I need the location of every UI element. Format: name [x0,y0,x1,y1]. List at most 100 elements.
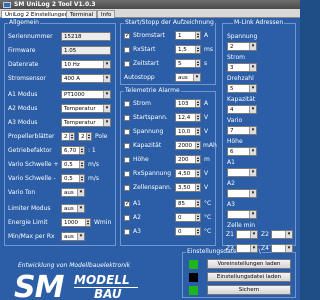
rxstart-spinner[interactable]: 1,5 [175,45,201,54]
alarm-a2-spinner[interactable]: 0 [175,213,201,222]
zelle-z1-select[interactable]: ▾ [236,230,258,239]
zelle-z3-select[interactable]: ▾ [236,244,258,253]
vario-minus-spinner[interactable]: 0,5 [61,174,85,183]
alarm-strom-spinner[interactable]: 103 [175,99,201,108]
spinner-arrows-icon[interactable] [195,170,200,177]
a1-modus-value: PT1000 [64,92,85,98]
vario-ton-select[interactable]: aus ▾ [61,188,85,197]
alarm-kapazitaet-checkbox[interactable] [124,143,130,149]
alarm-zellenspann-checkbox[interactable] [124,185,130,191]
mlink-drehzahl-value: 5 [230,86,234,92]
a2-modus-select[interactable]: Temperatur ▾ [61,104,111,113]
mlink-kapazitaet-select[interactable]: 4 ▾ [227,105,257,114]
spinner-arrows-icon[interactable] [195,184,200,191]
alarm-a1-checkbox[interactable] [124,200,130,207]
status-led-green [189,260,198,269]
group-mlink-title: M-Link Adressen [233,19,285,26]
limiter-select[interactable]: aus ▾ [61,204,85,213]
mlink-spannung-select[interactable]: 2 ▾ [227,42,257,51]
alarm-kapazitaet-spinner[interactable]: 2000 [175,141,201,150]
autostopp-select[interactable]: aus ▾ [175,73,201,82]
propeller-spinner[interactable]: 2 [61,132,75,141]
chevron-down-icon: ▾ [249,85,256,92]
spinner-arrows-icon[interactable] [79,147,84,154]
alarm-spannung-label: Spannung [133,128,164,135]
mlink-a2-select[interactable]: ▾ [227,189,257,198]
spinner-arrows-icon[interactable] [69,133,74,140]
pole-spinner[interactable]: 2 [78,132,92,141]
alarm-hoehe-spinner[interactable]: 200 [175,155,201,164]
vario-plus-value: 0,5 [64,162,73,168]
a3-modus-select[interactable]: Temperatur ▾ [61,118,111,127]
zelle-z2-select[interactable]: ▾ [271,230,293,239]
min-max-label: Min/Max per Rx [8,233,55,240]
zeitstart-checkbox[interactable] [124,61,130,67]
alarm-zellenspann-spinner[interactable]: 3,50 [175,183,201,192]
min-max-select[interactable]: aus ▾ [61,232,85,241]
mlink-drehzahl-select[interactable]: 5 ▾ [227,84,257,93]
stromstart-checkbox[interactable] [124,32,130,39]
rxstart-checkbox[interactable] [124,47,130,53]
mlink-hoehe-select[interactable]: 6 ▾ [227,147,257,156]
spinner-arrows-icon[interactable] [195,228,200,235]
spinner-arrows-icon[interactable] [195,32,200,39]
mlink-vario-select[interactable]: 7 ▾ [227,126,257,135]
stromstart-spinner[interactable]: 1 [175,31,201,40]
spinner-arrows-icon[interactable] [195,46,200,53]
voreinstellungen-laden-button[interactable]: Voreinstellungen laden [207,259,291,269]
a3-modus-value: Temperatur [64,120,96,126]
spinner-arrows-icon[interactable] [195,100,200,107]
alarm-rxspannung-unit: V [204,170,209,177]
alarm-spannung-checkbox[interactable] [124,129,130,135]
stromsensor-label: Stromsensor [8,75,46,82]
alarm-rxspannung-spinner[interactable]: 4,50 [175,169,201,178]
seriennummer-label: Seriennummer [8,33,53,40]
getriebe-spinner[interactable]: 6,70 [61,146,85,155]
alarm-a3-spinner[interactable]: 0 [175,227,201,236]
alarm-spannung-spinner[interactable]: 10,0 [175,127,201,136]
spinner-arrows-icon[interactable] [195,128,200,135]
sichern-button[interactable]: Sichern [207,285,291,295]
zelle-z4-select[interactable]: ▾ [271,244,293,253]
alarm-a1-spinner[interactable]: 85 [175,199,201,208]
tab-bar: UniLog 2 Einstellungen Terminal Info [0,9,300,19]
tab-terminal[interactable]: Terminal [66,10,98,18]
vario-ton-value: aus [64,190,74,196]
alarm-hoehe-checkbox[interactable] [124,157,130,163]
a2-modus-value: Temperatur [64,106,96,112]
spinner-arrows-icon[interactable] [195,200,200,207]
mlink-a1-select[interactable]: ▾ [227,168,257,177]
alarm-a3-value: 0 [178,229,182,235]
group-einstellungsdatei: Einstellungsdatei auf G:\ Voreinstellung… [182,248,296,298]
tab-info[interactable]: Info [97,10,116,18]
spinner-arrows-icon[interactable] [195,60,200,67]
alarm-startspann-checkbox[interactable] [124,115,130,121]
spinner-arrows-icon[interactable] [79,175,84,182]
energie-limit-spinner[interactable]: 1000 [61,218,91,227]
zelle-min-label: Zelle min [227,222,256,229]
stromsensor-select[interactable]: 400 A ▾ [61,74,111,83]
spinner-arrows-icon[interactable] [195,214,200,221]
spinner-arrows-icon[interactable] [195,114,200,121]
spinner-arrows-icon[interactable] [86,133,91,140]
mlink-a3-label: A3 [227,201,235,208]
datenrate-select[interactable]: 10 Hz ▾ [61,60,111,69]
a1-modus-select[interactable]: PT1000 ▾ [61,90,111,99]
zeitstart-spinner[interactable]: 5 [175,59,201,68]
group-allgemein: Allgemein Seriennummer 15218 Firmware 1.… [4,19,116,246]
alarm-a3-checkbox[interactable] [124,229,130,235]
alarm-rxspannung-checkbox[interactable] [124,171,130,177]
einstellungsdatei-laden-button[interactable]: Einstellungsdatei laden [207,272,291,282]
alarm-startspann-spinner[interactable]: 12,4 [175,113,201,122]
mlink-a3-select[interactable]: ▾ [227,210,257,219]
alarm-strom-checkbox[interactable] [124,101,130,107]
pole-value: 2 [81,134,85,140]
spinner-arrows-icon[interactable] [195,156,200,163]
spinner-arrows-icon[interactable] [79,161,84,168]
mlink-strom-select[interactable]: 3 ▾ [227,63,257,72]
alarm-a2-checkbox[interactable] [124,215,130,221]
spinner-arrows-icon[interactable] [85,219,90,226]
vario-plus-spinner[interactable]: 0,5 [61,160,85,169]
a3-modus-label: A3 Modus [8,119,38,126]
spinner-arrows-icon[interactable] [195,142,200,149]
